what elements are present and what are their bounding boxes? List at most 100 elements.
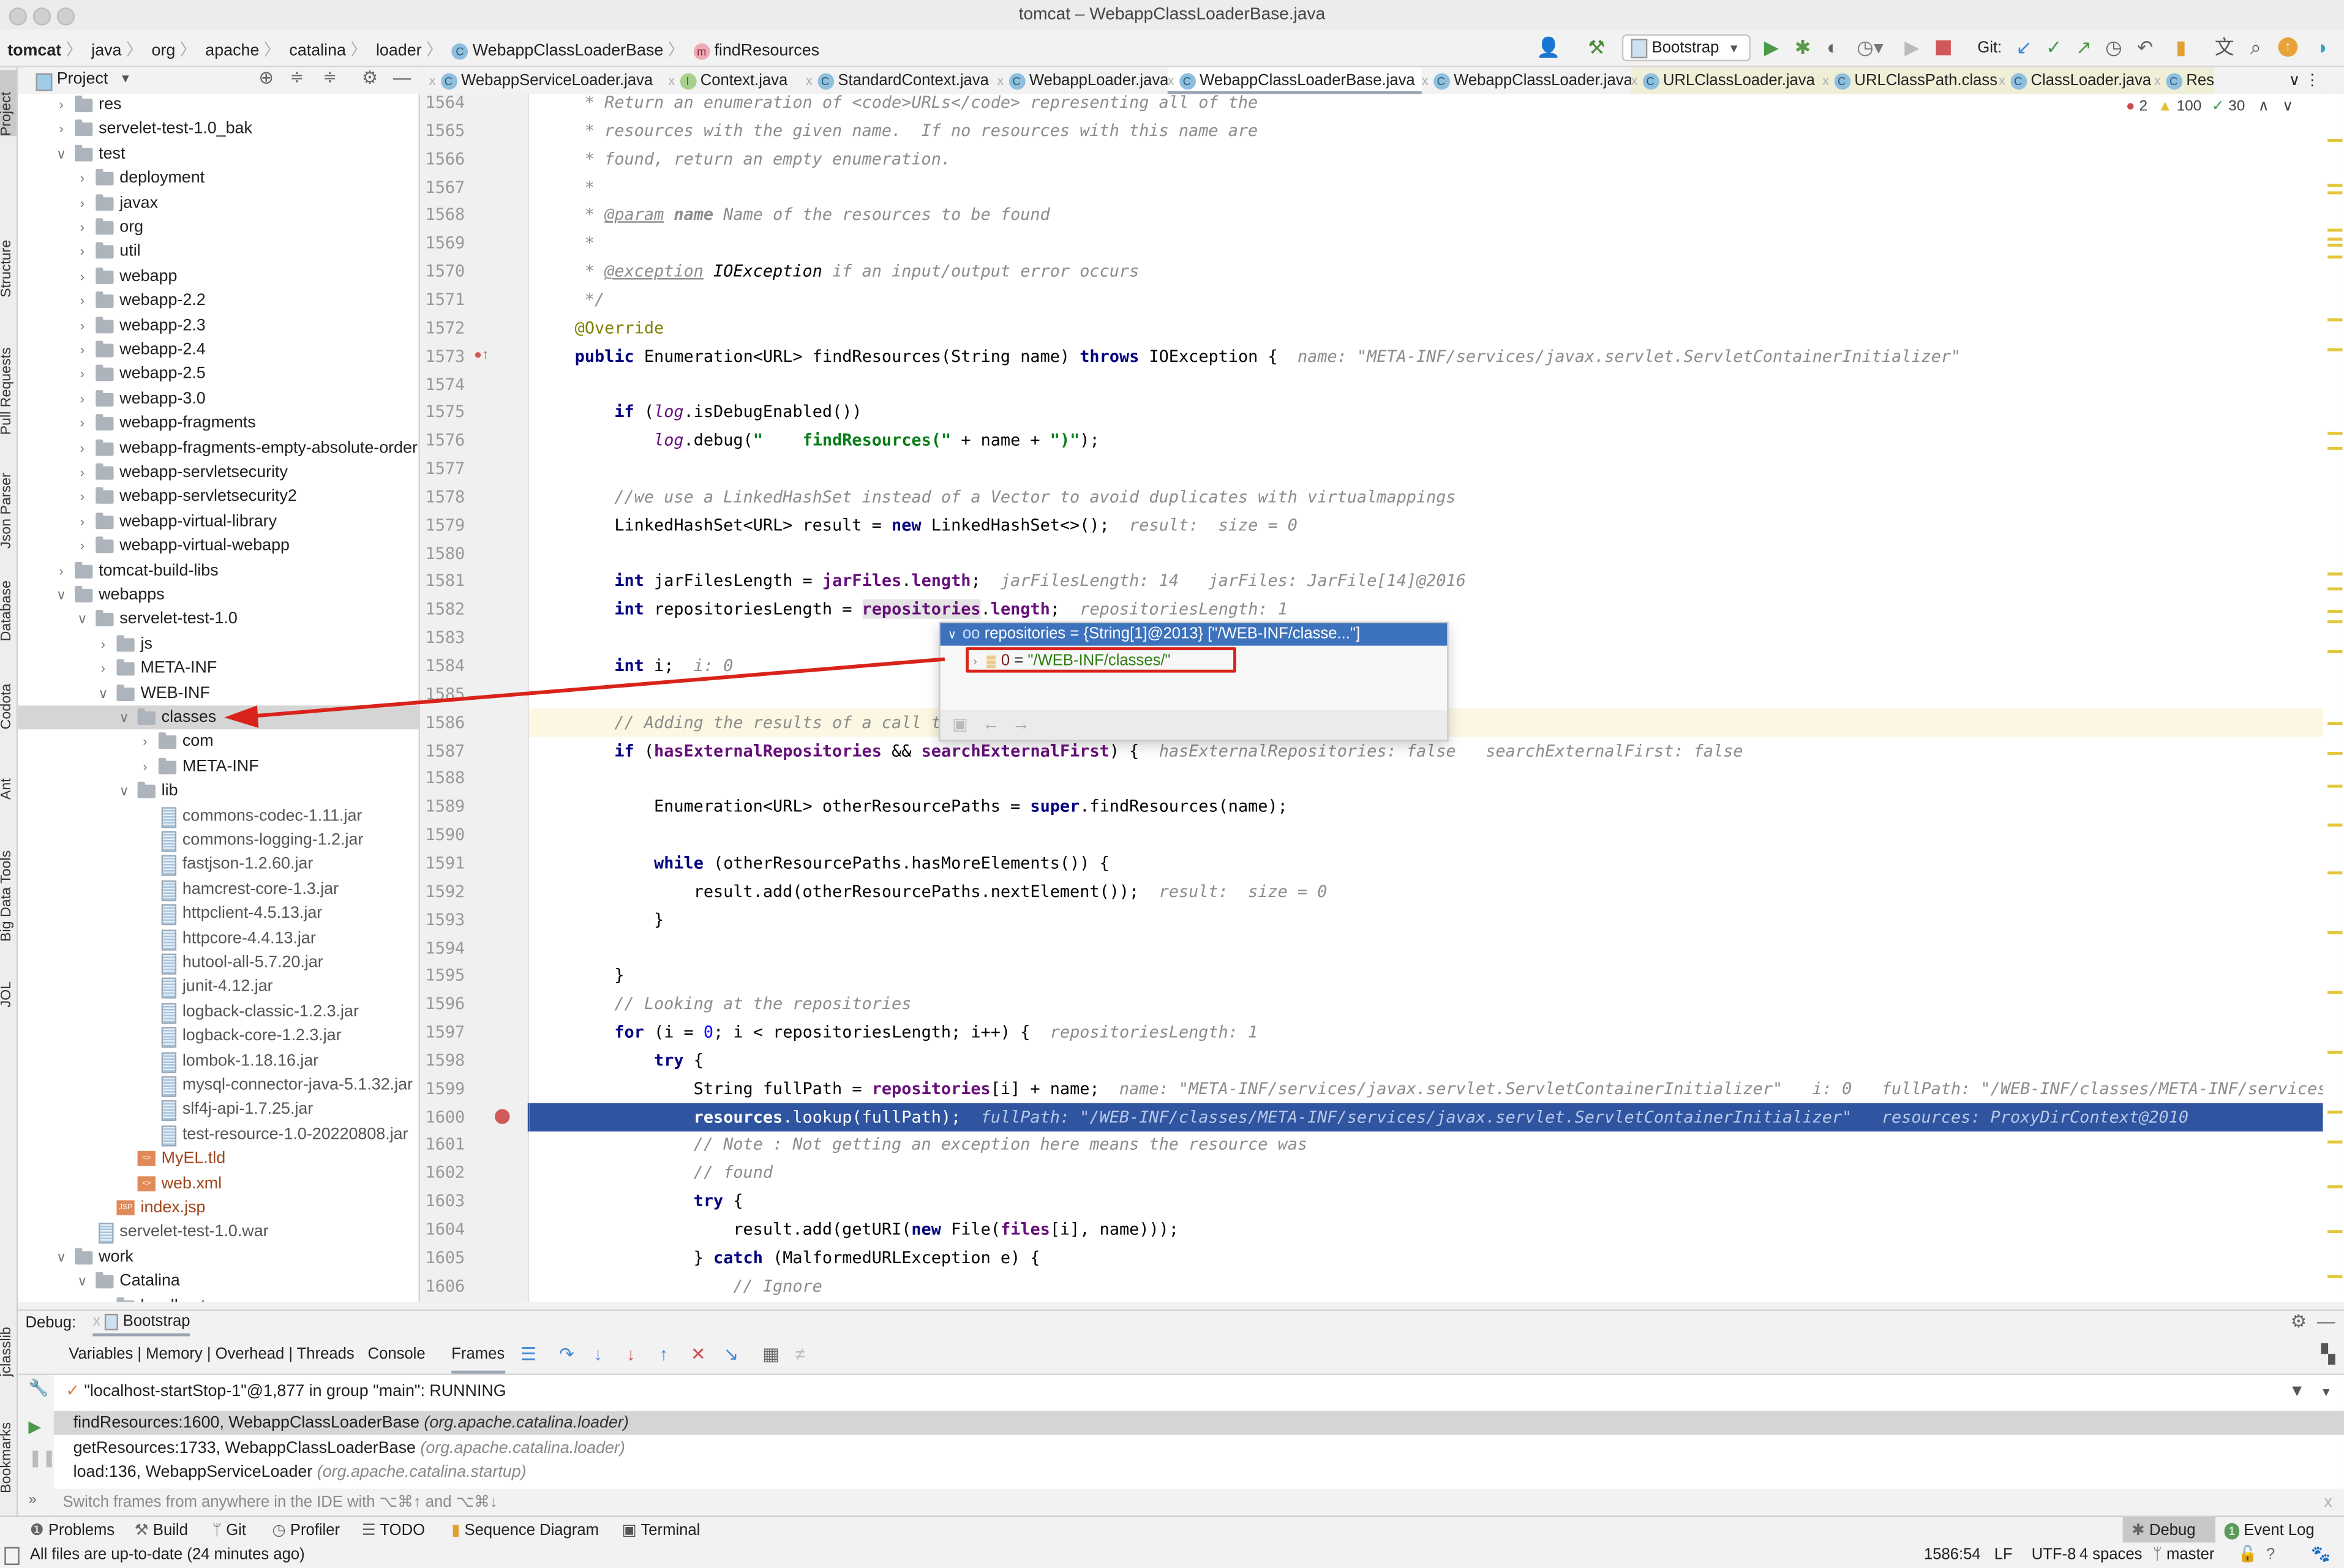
chevron-down-icon[interactable]: ∨ — [96, 1294, 110, 1302]
expand-all-icon[interactable]: ≑ — [290, 67, 304, 86]
breadcrumb-item[interactable]: apache — [205, 42, 259, 59]
step-over-icon[interactable]: ↷ — [559, 1341, 574, 1368]
close-tab-icon[interactable]: x — [2154, 73, 2161, 88]
tree-item[interactable]: › META-INF — [18, 656, 418, 680]
search-icon[interactable]: ⌕ — [2245, 36, 2266, 60]
previous-highlight-icon[interactable]: ∧ — [2258, 99, 2269, 115]
code-line[interactable]: } — [535, 962, 624, 990]
line-number[interactable]: 1596 — [420, 994, 465, 1014]
caret-position[interactable]: 1586:54 — [1924, 1542, 1981, 1568]
close-window-button[interactable] — [9, 7, 27, 26]
line-number[interactable]: 1586 — [420, 713, 465, 732]
tool-event-log[interactable]: 1 Event Log — [2224, 1517, 2315, 1544]
line-number[interactable]: 1592 — [420, 882, 465, 901]
code-line[interactable]: // Ignore — [535, 1272, 822, 1300]
maximize-window-button[interactable] — [56, 7, 75, 26]
code-line[interactable]: * Return an enumeration of <code>URLs</c… — [535, 94, 1258, 117]
hide-panel-icon[interactable]: — — [2317, 1311, 2335, 1332]
code-line[interactable]: while (otherResourcePaths.hasMoreElement… — [535, 849, 1110, 877]
build-hammer-icon[interactable]: ⚒ — [1585, 36, 1609, 60]
stripe-mark[interactable] — [2327, 432, 2343, 435]
chevron-right-icon[interactable]: › — [75, 190, 89, 214]
git-history-icon[interactable]: ◷ — [2103, 36, 2124, 60]
chevron-right-icon[interactable]: › — [96, 656, 110, 680]
tree-item[interactable]: ∨ Catalina — [18, 1269, 418, 1293]
tree-item[interactable]: ∨ webapps — [18, 583, 418, 607]
settings-wrench-icon[interactable]: 🔧 — [28, 1378, 48, 1397]
filter-icon[interactable]: ▼ — [2289, 1378, 2305, 1406]
tool-build[interactable]: ⚒ Build — [135, 1517, 188, 1544]
close-tab-icon[interactable]: x — [429, 73, 436, 88]
tree-item[interactable]: hamcrest-core-1.3.jar — [18, 877, 418, 901]
tree-item[interactable]: › js — [18, 632, 418, 656]
chevron-down-icon[interactable]: ∨ — [948, 628, 956, 641]
trace-icon[interactable]: ≠ — [795, 1341, 805, 1368]
line-number[interactable]: 1589 — [420, 797, 465, 817]
close-tab-icon[interactable]: x — [806, 73, 813, 88]
tab-variables-group[interactable]: Variables | Memory | Overhead | Threads — [69, 1341, 354, 1368]
code-line[interactable]: // found — [535, 1159, 773, 1187]
debug-bug-icon[interactable]: ✱ — [1791, 36, 1815, 60]
chevron-right-icon[interactable]: › — [75, 436, 89, 460]
close-tab-icon[interactable]: x — [668, 73, 675, 88]
variable-inspect-popup[interactable]: ∨ oo repositories = {String[1]@2013} ["/WE… — [939, 621, 1449, 741]
code-line[interactable]: * @param name Name of the resources to b… — [535, 201, 1050, 229]
inspection-widget[interactable]: ● 2 ▲ 100 ✓ 30 ∧ ∨ — [2126, 99, 2293, 115]
stop-icon[interactable] — [1936, 40, 1951, 56]
line-number[interactable]: 1567 — [420, 177, 465, 197]
line-number[interactable]: 1582 — [420, 600, 465, 620]
line-number[interactable]: 1565 — [420, 121, 465, 140]
editor-tab[interactable]: x C Res — [2154, 67, 2214, 94]
resume-icon[interactable]: ▶ — [1901, 36, 1922, 60]
stripe-mark[interactable] — [2327, 348, 2343, 351]
line-number[interactable]: 1578 — [420, 487, 465, 507]
stripe-mark[interactable] — [2327, 446, 2343, 450]
forward-arrow-icon[interactable]: → — [1012, 713, 1030, 734]
code-line[interactable]: * @exception IOException if an input/out… — [535, 257, 1139, 285]
tree-item[interactable]: ∨ WEB-INF — [18, 681, 418, 705]
line-number[interactable]: 1584 — [420, 656, 465, 676]
tool-windows-toggle-icon[interactable] — [4, 1547, 20, 1566]
stripe-mark[interactable] — [2327, 1051, 2343, 1054]
translate-icon[interactable]: 文 — [2212, 36, 2236, 60]
chevron-right-icon[interactable]: › — [75, 460, 89, 484]
line-number[interactable]: 1599 — [420, 1079, 465, 1098]
tool-sequence-diagram[interactable]: ▮ Sequence Diagram — [451, 1517, 599, 1544]
stripe-mark[interactable] — [2327, 871, 2343, 875]
breadcrumb-item-project[interactable]: tomcat — [7, 42, 61, 59]
tree-item[interactable]: › webapp-virtual-webapp — [18, 534, 418, 558]
tool-git[interactable]: ᛘ Git — [212, 1517, 246, 1544]
tree-item[interactable]: test-resource-1.0-20220808.jar — [18, 1122, 418, 1146]
tree-item[interactable]: logback-core-1.2.3.jar — [18, 1024, 418, 1048]
tool-window-codota[interactable]: Codota — [0, 673, 17, 730]
chevron-down-icon[interactable]: ∨ — [116, 705, 131, 729]
line-number[interactable]: 1568 — [420, 205, 465, 225]
chevron-right-icon[interactable]: › — [75, 509, 89, 533]
coverage-icon[interactable]: ◐ — [1821, 36, 1845, 60]
update-icon[interactable]: ↑ — [2278, 37, 2298, 57]
line-number[interactable]: 1571 — [420, 290, 465, 309]
locate-icon[interactable]: ⊕ — [258, 67, 274, 88]
sequence-diagram-icon[interactable]: ▮ — [2171, 36, 2192, 60]
layout-icon[interactable]: ☰ — [520, 1341, 536, 1368]
chevron-right-icon[interactable]: › — [75, 387, 89, 411]
stripe-mark[interactable] — [2327, 1140, 2343, 1144]
code-line[interactable]: * found, return an empty enumeration. — [535, 144, 951, 173]
tool-window-bookmarks[interactable]: Bookmarks — [0, 1409, 17, 1493]
chevron-right-icon[interactable]: › — [75, 313, 89, 337]
line-number[interactable]: 1590 — [420, 825, 465, 845]
tool-window-jol[interactable]: JOL — [0, 972, 17, 1008]
stripe-mark[interactable] — [2327, 1275, 2343, 1278]
tree-item[interactable]: junit-4.12.jar — [18, 975, 418, 999]
chevron-right-icon[interactable]: › — [96, 632, 110, 656]
tree-item[interactable]: › util — [18, 240, 418, 264]
breadcrumb-item-class[interactable]: WebappClassLoaderBase — [473, 42, 664, 59]
code-line[interactable]: String fullPath = repositories[i] + name… — [535, 1075, 2323, 1103]
stripe-mark[interactable] — [2327, 587, 2343, 591]
user-icon[interactable]: 👤 — [1534, 36, 1564, 60]
stripe-mark[interactable] — [2327, 1110, 2343, 1114]
tool-profiler[interactable]: ◷ Profiler — [272, 1517, 340, 1544]
editor-tab[interactable]: x C WebappServiceLoader.java — [429, 67, 669, 94]
help-icon[interactable]: ? — [2266, 1542, 2275, 1568]
stripe-mark[interactable] — [2327, 139, 2343, 142]
